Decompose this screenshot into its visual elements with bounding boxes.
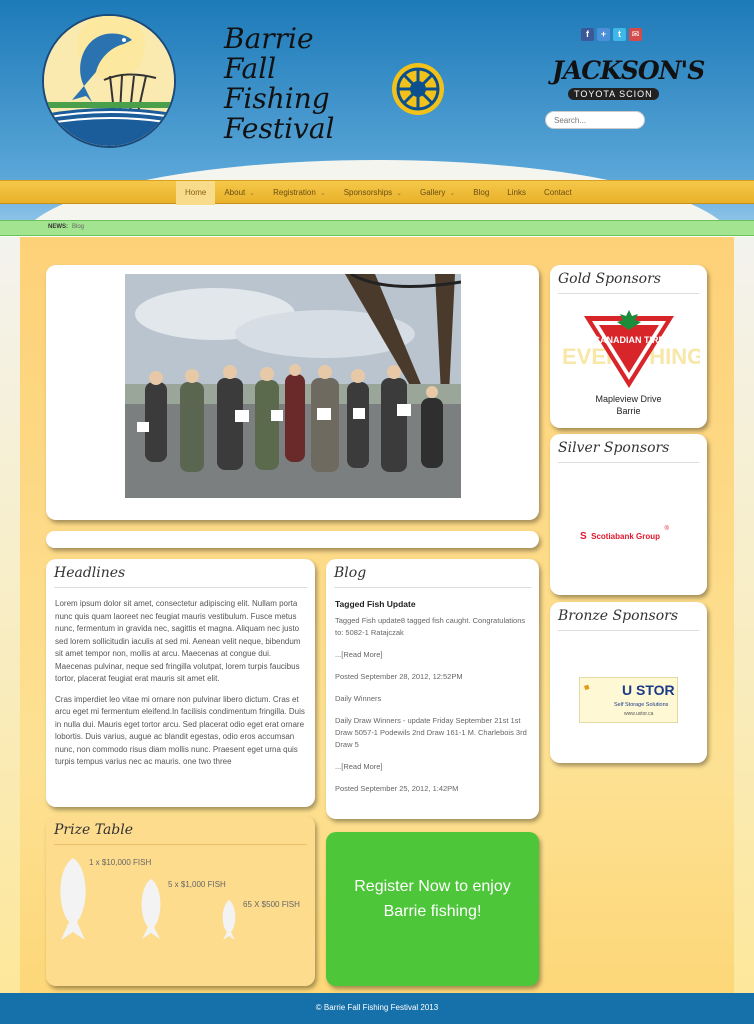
blog-card: Blog Tagged Fish Update Tagged Fish upda… (326, 559, 539, 819)
blog-post-date: Posted September 25, 2012, 1:42PM (335, 784, 459, 793)
nav-label: Sponsorships (343, 188, 393, 197)
scotiabank-logo[interactable]: S Scotiabank Group ® (580, 526, 669, 544)
news-ticker: NEWS: Blog (0, 220, 754, 236)
sponsor-sub: Self Storage Solutions (614, 702, 669, 708)
nav-gallery[interactable]: Gallery ⌄ (411, 181, 464, 205)
silver-sponsors-title: Silver Sponsors (558, 434, 699, 463)
blog-post-date: Posted September 28, 2012, 12:52PM (335, 672, 463, 681)
search-input[interactable] (545, 111, 645, 129)
nav-blog[interactable]: Blog (464, 181, 498, 205)
main-nav: Home About ⌄ Registration ⌄ Sponsorships ⌄ … (0, 180, 754, 205)
fish-logo-icon (44, 16, 174, 146)
sponsor-name: Scotiabank Group (591, 532, 661, 541)
news-label: NEWS: (48, 224, 68, 230)
headlines-paragraph: Cras imperdiet leo vitae mi ornare non p… (55, 694, 305, 767)
nav-label: About (224, 188, 246, 197)
festival-logo[interactable] (42, 14, 176, 148)
headlines-title: Headlines (54, 559, 307, 588)
nav-registration[interactable]: Registration ⌄ (264, 181, 335, 205)
nav-label: Blog (473, 188, 490, 197)
prize-label: 5 x $1,000 FISH (168, 880, 226, 889)
read-more-link[interactable]: ...[Read More] (326, 761, 539, 773)
scotiabank-s-icon: S (580, 531, 587, 542)
bronze-sponsors-title: Bronze Sponsors (558, 602, 699, 631)
small-fish-icon (222, 900, 236, 940)
nav-contact[interactable]: Contact (535, 181, 581, 205)
nav-label: Gallery (420, 188, 446, 197)
site-title-line: Barrie (224, 22, 314, 55)
sponsor-name: CANADIAN TIRE (594, 335, 665, 345)
sponsor-name: U STOR (622, 682, 675, 698)
nav-label: Contact (543, 188, 572, 197)
canadian-tire-logo[interactable]: EVERYTHING CANADIAN TIRE (558, 310, 700, 392)
nav-links[interactable]: Links (498, 181, 535, 205)
prize-label: 65 X $500 FISH (243, 900, 300, 909)
email-icon[interactable]: ✉ (629, 28, 642, 41)
nav-about[interactable]: About ⌄ (215, 181, 264, 205)
blog-post-title[interactable]: Daily Winners (326, 693, 539, 705)
rotary-emblem-icon (392, 63, 444, 115)
gold-sponsor-location-line: Barrie (616, 406, 641, 416)
sponsor-url: www.ustor.ca (624, 711, 654, 717)
page-side-right (734, 237, 754, 993)
sponsor-sub: TOYOTA SCION (568, 88, 659, 100)
gold-sponsors-card: Gold Sponsors EVERYTHING CANADIAN TIRE M… (550, 265, 707, 428)
nav-label: Registration (273, 188, 316, 197)
ustor-logo[interactable]: ■ U STOR Self Storage Solutions www.usto… (579, 677, 678, 723)
gold-sponsor-location-line: Mapleview Drive (595, 394, 662, 404)
chevron-down-icon: ⌄ (396, 190, 403, 197)
chevron-down-icon: ⌄ (249, 190, 256, 197)
nav-label: Home (185, 188, 207, 197)
facebook-icon[interactable]: f (581, 28, 594, 41)
blog-title: Blog (334, 559, 531, 588)
blog-post-body: Tagged Fish update8 tagged fish caught. … (335, 616, 526, 637)
footer-copyright: © Barrie Fall Fishing Festival 2013 (315, 1003, 439, 1012)
gold-sponsor-location: Mapleview Drive Barrie (550, 393, 707, 417)
nav-sponsorships[interactable]: Sponsorships ⌄ (335, 181, 411, 205)
registered-mark-icon: ® (664, 526, 669, 532)
sponsor-name: JACKSON'S (552, 56, 705, 85)
prize-table-title: Prize Table (54, 816, 307, 845)
featured-photo[interactable] (125, 274, 461, 498)
site-title[interactable]: Barrie Fall Fishing Festival (224, 24, 335, 144)
chevron-down-icon: ⌄ (449, 190, 456, 197)
register-card[interactable]: Register Now to enjoy Barrie fishing! (326, 832, 539, 986)
site-footer: © Barrie Fall Fishing Festival 2013 (0, 993, 754, 1024)
nav-home[interactable]: Home (176, 181, 216, 205)
news-link[interactable]: Blog (72, 224, 84, 230)
blog-post-body: Daily Draw Winners - update Friday Septe… (335, 716, 527, 749)
register-cta[interactable]: Register Now to enjoy Barrie fishing! (346, 874, 519, 924)
twitter-icon[interactable]: t (613, 28, 626, 41)
prize-label: 1 x $10,000 FISH (89, 858, 152, 867)
headlines-paragraph: Lorem ipsum dolor sit amet, consectetur … (55, 599, 301, 683)
blog-post-title[interactable]: Tagged Fish Update (326, 599, 539, 609)
ustor-badge-icon: ■ (582, 681, 591, 693)
nav-label: Links (507, 188, 526, 197)
large-fish-icon (60, 858, 86, 940)
social-links: f + t ✉ (581, 28, 642, 41)
group-photo-image (125, 274, 461, 498)
prize-table-card: Prize Table 1 x $10,000 FISH 5 x $1,000 … (46, 816, 315, 986)
gold-sponsors-title: Gold Sponsors (558, 265, 699, 294)
medium-fish-icon (141, 879, 161, 939)
read-more-link[interactable]: ...[Read More] (326, 649, 539, 661)
featured-photo-card (46, 265, 539, 520)
headlines-card: Headlines Lorem ipsum dolor sit amet, co… (46, 559, 315, 807)
chevron-down-icon: ⌄ (319, 190, 326, 197)
silver-sponsors-card: Silver Sponsors S Scotiabank Group ® (550, 434, 707, 595)
bronze-sponsors-card: Bronze Sponsors ■ U STOR Self Storage So… (550, 602, 707, 763)
site-title-line: Fall (224, 52, 277, 85)
page-side-left (0, 237, 20, 993)
site-title-line: Festival (224, 112, 335, 145)
site-title-line: Fishing (224, 82, 330, 115)
plus-icon[interactable]: + (597, 28, 610, 41)
slider-strip (46, 531, 539, 548)
jacksons-toyota-logo[interactable]: JACKSON'S TOYOTA SCION (552, 56, 705, 102)
